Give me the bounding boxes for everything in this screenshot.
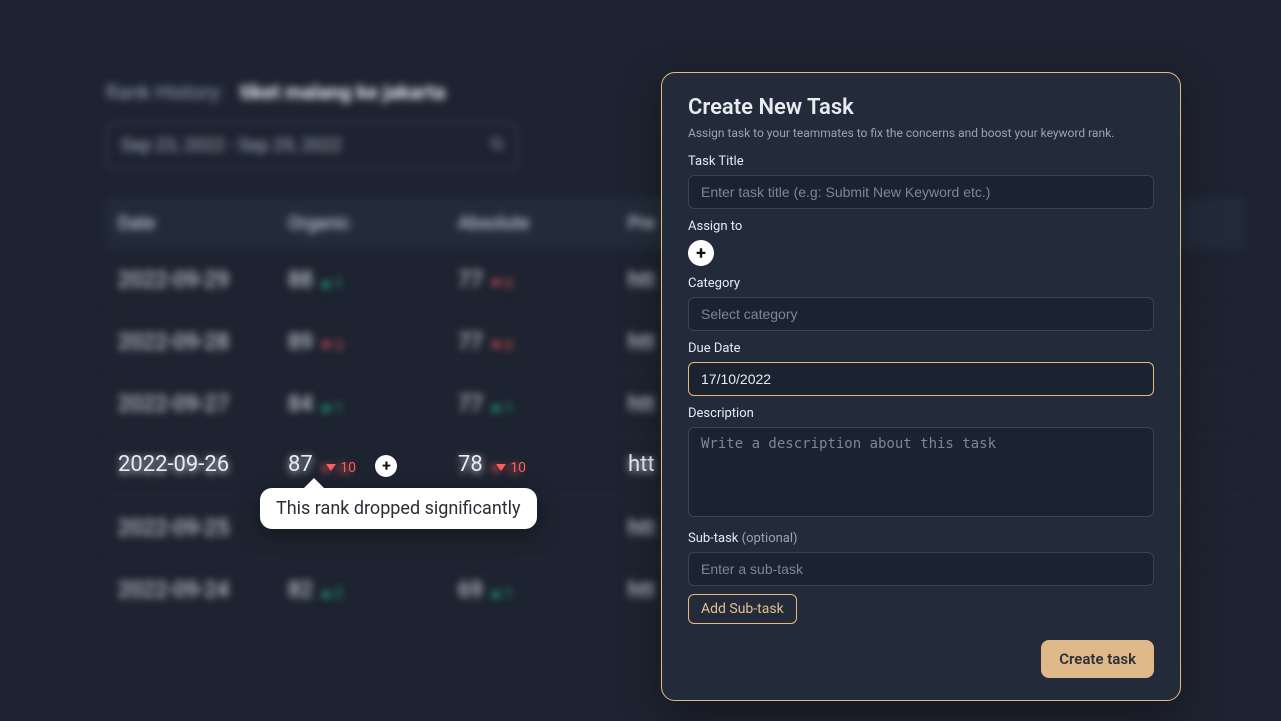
rank-delta: 0 — [491, 338, 513, 354]
cell-date: 2022-09-27 — [118, 392, 288, 417]
caret-up-icon — [321, 404, 331, 411]
label-task-title: Task Title — [688, 154, 1154, 169]
col-organic: Organic — [288, 213, 458, 234]
label-sub-task-text: Sub-task — [688, 531, 738, 546]
add-assignee-button[interactable]: + — [688, 240, 714, 266]
add-sub-task-button[interactable]: Add Sub-task — [688, 594, 797, 624]
rank-delta: 0 — [491, 276, 513, 292]
cell-absolute: 770 — [458, 330, 628, 355]
rank-delta-value: 0 — [505, 276, 513, 292]
absolute-delta: 10 — [496, 460, 526, 476]
rank-delta: 3 — [321, 338, 343, 354]
cell-absolute: 770 — [458, 268, 628, 293]
caret-down-icon — [326, 464, 336, 471]
caret-up-icon — [491, 590, 501, 597]
label-assign-to: Assign to — [688, 219, 1154, 234]
create-task-panel: Create New Task Assign task to your team… — [661, 72, 1181, 701]
rank-delta-value: 1 — [335, 400, 343, 416]
cell-organic: 893 — [288, 330, 458, 355]
caret-down-icon — [491, 280, 501, 287]
cell-organic: 822 — [288, 578, 458, 603]
create-task-button[interactable]: Create task — [1041, 640, 1154, 678]
cell-absolute: 691 — [458, 578, 628, 603]
organic-delta: 10 — [326, 460, 356, 476]
cell-organic: 841 — [288, 392, 458, 417]
rank-delta: 1 — [321, 276, 343, 292]
label-category: Category — [688, 276, 1154, 291]
task-title-input[interactable] — [688, 175, 1154, 209]
cell-date: 2022-09-28 — [118, 330, 288, 355]
col-date: Date — [118, 213, 288, 234]
rank-delta-value: 2 — [335, 586, 343, 602]
search-icon — [489, 135, 505, 156]
rank-delta: 1 — [321, 400, 343, 416]
date-range-text: Sep 23, 2022 - Sep 29, 2022 — [121, 135, 342, 156]
rank-delta-value: 1 — [505, 400, 513, 416]
organic-delta-value: 10 — [340, 460, 356, 476]
cell-organic: 881 — [288, 268, 458, 293]
label-description: Description — [688, 406, 1154, 421]
due-date-input[interactable] — [688, 362, 1154, 396]
cell-date: 2022-09-24 — [118, 578, 288, 603]
cell-date: 2022-09-26 — [118, 452, 288, 477]
rank-delta-value: 0 — [505, 338, 513, 354]
panel-actions: Create task — [688, 640, 1154, 678]
rank-delta-value: 1 — [505, 586, 513, 602]
add-task-from-row-icon[interactable]: + — [375, 455, 397, 477]
cell-absolute-value: 78 — [458, 452, 483, 477]
cell-organic: 87 10 + — [288, 452, 458, 477]
label-due-date: Due Date — [688, 341, 1154, 356]
rank-delta-value: 3 — [335, 338, 343, 354]
cell-date: 2022-09-25 — [118, 516, 288, 541]
label-optional: (optional) — [742, 531, 798, 546]
rank-delta-value: 1 — [335, 276, 343, 292]
cell-absolute: 771 — [458, 392, 628, 417]
cell-date: 2022-09-29 — [118, 268, 288, 293]
description-textarea[interactable] — [688, 427, 1154, 517]
caret-up-icon — [491, 404, 501, 411]
label-sub-task: Sub-task (optional) — [688, 531, 1154, 546]
caret-up-icon — [321, 280, 331, 287]
header-keyword: tiket malang ke jakarta — [240, 80, 446, 104]
absolute-delta-value: 10 — [510, 460, 526, 476]
caret-down-icon — [321, 342, 331, 349]
panel-subtitle: Assign task to your teammates to fix the… — [688, 126, 1154, 140]
col-absolute: Absolute — [458, 213, 628, 234]
caret-up-icon — [321, 590, 331, 597]
panel-title: Create New Task — [688, 95, 1154, 120]
category-select[interactable] — [688, 297, 1154, 331]
cell-absolute: 78 10 — [458, 452, 628, 477]
sub-task-input[interactable] — [688, 552, 1154, 586]
rank-delta: 1 — [491, 586, 513, 602]
caret-down-icon — [491, 342, 501, 349]
rank-delta: 1 — [491, 400, 513, 416]
header-label: Rank History: — [106, 80, 224, 104]
caret-down-icon — [496, 464, 506, 471]
date-range-input[interactable]: Sep 23, 2022 - Sep 29, 2022 — [106, 122, 518, 169]
rank-delta: 2 — [321, 586, 343, 602]
cell-organic-value: 87 — [288, 452, 313, 477]
